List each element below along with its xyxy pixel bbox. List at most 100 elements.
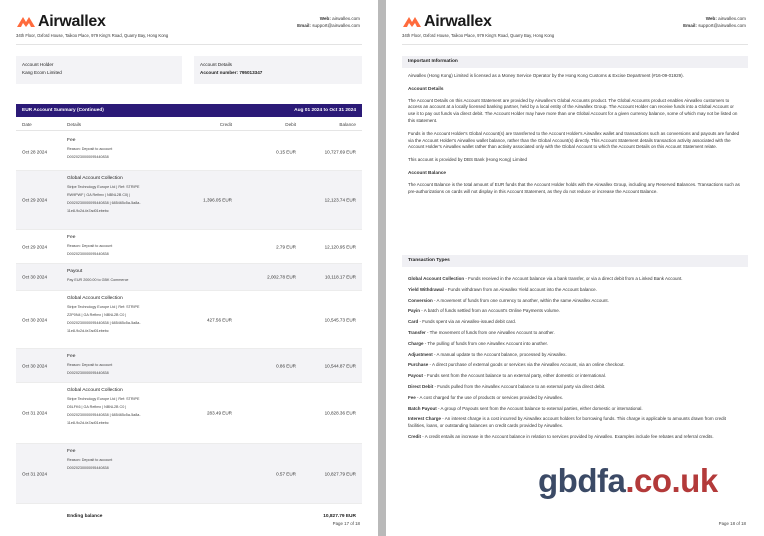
brand-name: Airwallex <box>424 13 492 30</box>
row-reference-line: RW9PWF | GA Refimx | NBNL2B C0) | <box>67 193 131 197</box>
row-debit: 0.15 EUR <box>276 149 296 154</box>
transaction-type-desc: - Funds received in the Account balance … <box>464 276 683 281</box>
row-reference-line: D0020230000095440838 | 685465c5a-5a8a- <box>67 413 141 417</box>
row-debit: 2,002.78 EUR <box>267 274 296 280</box>
row-debit: 0.86 EUR <box>276 363 296 368</box>
row-date: Oct 30 2024 <box>22 363 48 368</box>
row-type: Global Account Collection <box>67 296 123 301</box>
transaction-type-desc: - The pulling of funds from one Airwalle… <box>423 340 549 346</box>
row-type: Payout <box>67 269 83 274</box>
row-reference-line: Reason: Deposit to account <box>67 458 113 462</box>
row-date: Oct 31 2024 <box>22 471 48 476</box>
transaction-type-item: Card - Funds spent via an Airwallex-issu… <box>408 319 742 326</box>
transaction-type-term: Interest Charge <box>408 416 442 422</box>
transaction-type-item: Transfer - The movement of funds from on… <box>408 330 742 337</box>
ending-balance-row: Ending balance 10,827.79 EUR <box>67 514 356 519</box>
important-info-heading: Important Information <box>402 56 748 68</box>
transaction-type-desc: - Funds pulled from the Airwallex Accoun… <box>433 383 606 389</box>
airwallex-logo-icon <box>17 17 35 27</box>
watermark: gbdfa.co.uk <box>538 462 718 499</box>
transaction-type-item: Global Account Collection - Funds receiv… <box>408 276 742 283</box>
transaction-type-desc: - A credit entails an increase in the Ac… <box>421 433 714 439</box>
row-reference-line: Pay EUR 2000.00 to GBK Commerce <box>67 278 129 282</box>
transaction-type-desc: - Funds withdrawn from an Airwallex Yiel… <box>443 286 597 292</box>
transaction-type-desc: - Funds sent from the Account balance to… <box>423 373 607 379</box>
row-type: Fee <box>67 138 76 143</box>
summary-period: Aug 01 2024 to Oct 31 2024 <box>294 108 356 113</box>
account-number: 795013347 <box>239 70 263 75</box>
page-number: Page 18 of 18 <box>718 521 746 526</box>
transaction-type-item: Direct Debit - Funds pulled from the Air… <box>408 384 742 391</box>
transaction-type-desc: - The movement of funds from one Airwall… <box>425 329 555 335</box>
row-debit: 0.57 EUR <box>276 471 296 476</box>
transaction-type-term: Purchase <box>408 362 429 368</box>
transaction-type-desc: - A direct purchase of external goods or… <box>428 362 625 368</box>
transaction-type-item: Adjustment - A manual update to the Acco… <box>408 352 742 359</box>
row-credit: 427.56 EUR <box>206 317 232 322</box>
table-row: Oct 29 2024 2.79 EUR 12,120.95 EUR Fee Reaso… <box>16 230 362 264</box>
row-details: Fee Reason: Deposit to account D0020230000… <box>67 137 112 161</box>
row-date: Oct 29 2024 <box>22 197 48 203</box>
row-reference-line: D0020230000095440838 <box>67 466 109 470</box>
row-balance: 10,827.79 EUR <box>324 471 356 476</box>
email-link[interactable]: support@airwallex.com <box>312 23 360 28</box>
transaction-type-desc: - Funds spent via an Airwallex-issued de… <box>418 319 517 325</box>
row-reference-line: D0020230000095440838 <box>67 252 109 256</box>
header-divider <box>16 44 362 45</box>
row-details: Fee Reason: Deposit to account D0020230000… <box>67 448 112 472</box>
transaction-type-item: Fee - A cost charged for the use of prod… <box>408 395 742 402</box>
airwallex-logo-icon <box>403 17 421 27</box>
row-type: Global Account Collection <box>67 388 123 393</box>
table-row: Oct 29 2024 1,396.05 EUR 12,123.74 EUR Glob… <box>16 171 362 230</box>
table-row: Oct 31 2024 283.49 EUR 10,828.36 EUR Global… <box>16 383 362 444</box>
row-reference-line: Reason: Deposit to account <box>67 244 113 248</box>
row-date: Oct 29 2024 <box>22 244 48 249</box>
transaction-type-term: Credit <box>408 433 422 439</box>
statement-page-17: Airwallex 34th Floor, Oxford House, Taik… <box>0 0 378 536</box>
transaction-type-item: Batch Payout - A group of Payouts sent f… <box>408 406 742 413</box>
row-reference-line: D0020230000095440838 <box>67 371 109 375</box>
row-debit: 2.79 EUR <box>276 244 296 249</box>
transaction-type-desc: - A cost charged for the use of products… <box>415 394 564 400</box>
statement-page-18: Airwallex 34th Floor, Oxford House, Taik… <box>386 0 764 536</box>
table-row: Oct 31 2024 0.57 EUR 10,827.79 EUR Fee Reaso… <box>16 444 362 504</box>
header-divider <box>402 44 748 45</box>
transaction-type-term: Batch Payout <box>408 405 437 411</box>
row-date: Oct 30 2024 <box>22 274 48 280</box>
row-details: Global Account Collection Stripe Technolo… <box>67 175 141 215</box>
airwallex-logo: Airwallex <box>402 13 492 31</box>
transaction-type-term: Global Account Collection <box>408 276 465 281</box>
row-reference-line: 11e8-9c2d-fa7ad01ebebc <box>67 329 109 333</box>
web-link[interactable]: airwallex.com <box>718 16 746 21</box>
row-reference-line: D0020230000095440838 | 685465c5a-5a8a- <box>67 201 141 205</box>
transaction-type-desc: - An interest charge is a cost incurred … <box>408 416 726 429</box>
transaction-type-item: Charge - The pulling of funds from one A… <box>408 341 742 348</box>
row-balance: 10,544.87 EUR <box>324 363 356 368</box>
row-balance: 10,545.73 EUR <box>324 317 356 322</box>
row-date: Oct 31 2024 <box>22 410 48 416</box>
transaction-type-desc: - A batch of funds settled from an Accou… <box>420 308 560 314</box>
transaction-type-term: Yield Withdrawal <box>408 286 444 292</box>
row-balance: 10,118.17 EUR <box>324 274 356 280</box>
important-info-text: Airwallex (Hong Kong) Limited is license… <box>408 73 740 194</box>
row-reference-line: D0020230000095440838 | 685465c5a-5a8a- <box>67 321 141 325</box>
row-date: Oct 30 2024 <box>22 317 48 322</box>
row-details: Global Account Collection Stripe Technolo… <box>67 387 141 427</box>
web-link[interactable]: airwallex.com <box>332 16 360 21</box>
transaction-type-item: Interest Charge - An interest charge is … <box>408 416 742 430</box>
transaction-type-term: Transfer <box>408 329 426 335</box>
transaction-type-term: Card <box>408 319 419 325</box>
row-reference-line: 11e8-9c2d-fa7ad01ebebc <box>67 209 109 213</box>
row-type: Global Account Collection <box>67 176 123 181</box>
transaction-type-term: Direct Debit <box>408 383 434 389</box>
transaction-type-term: Payout <box>408 373 424 379</box>
account-holder-name: Kang Ecom Limited <box>22 70 62 75</box>
contact-block: Web: airwallex.com Email: support@airwal… <box>683 16 746 28</box>
row-reference-line: Stripe Technology Europe Ltd | Ref: STRI… <box>67 185 140 189</box>
email-link[interactable]: support@airwallex.com <box>698 23 746 28</box>
transaction-type-term: Fee <box>408 394 416 400</box>
row-credit: 1,396.05 EUR <box>203 197 232 203</box>
ending-balance-value: 10,827.79 EUR <box>323 514 356 519</box>
transaction-type-desc: - A group of Payouts sent from the Accou… <box>436 405 643 411</box>
row-details: Fee Reason: Deposit to account D0020230000… <box>67 234 112 258</box>
